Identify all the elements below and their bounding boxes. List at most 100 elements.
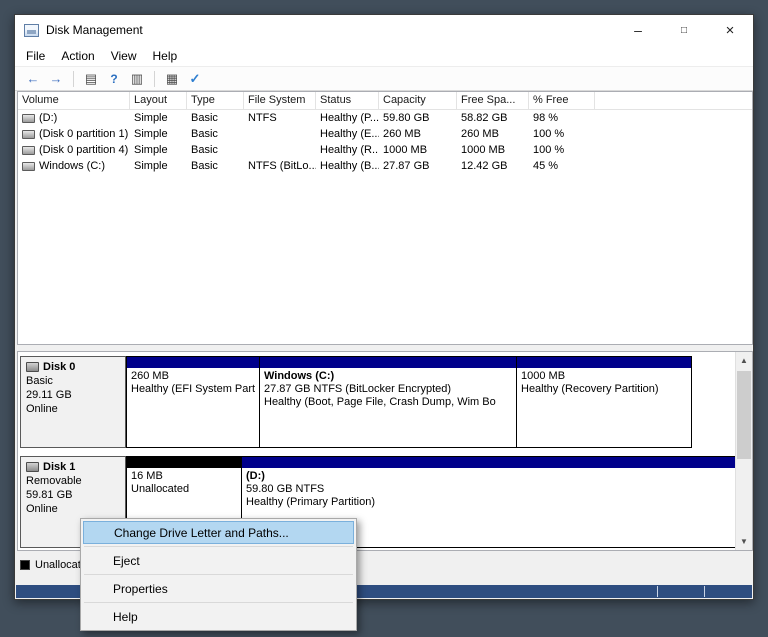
capacity-cell: 260 MB	[383, 128, 421, 140]
app-icon	[24, 23, 39, 37]
disk-name: Disk 1	[43, 461, 76, 473]
table-row[interactable]: (Disk 0 partition 4) Simple Basic Health…	[18, 142, 752, 158]
status-cell: Healthy (P...	[320, 112, 379, 124]
menu-item-change-drive-letter[interactable]: Change Drive Letter and Paths...	[83, 521, 354, 544]
column-header-status[interactable]: Status	[316, 92, 379, 109]
table-row[interactable]: (D:) Simple Basic NTFS Healthy (P... 59.…	[18, 110, 752, 126]
menu-item-eject[interactable]: Eject	[83, 549, 354, 572]
scroll-down-icon[interactable]: ▼	[736, 533, 752, 550]
check-icon[interactable]: ✓	[184, 69, 206, 89]
column-header-layout[interactable]: Layout	[130, 92, 187, 109]
disk-status: Online	[26, 503, 58, 515]
menu-item-properties[interactable]: Properties	[83, 577, 354, 600]
partition-line: 16 MB	[131, 470, 163, 482]
disk-type: Basic	[26, 375, 53, 387]
partition-line: 1000 MB	[521, 370, 566, 382]
strip-separator	[657, 586, 658, 597]
volume-cell: (D:)	[18, 112, 130, 124]
partition-disk0-windows-c[interactable]: Windows (C:) 27.87 GB NTFS (BitLocker En…	[259, 356, 517, 448]
table-row[interactable]: Windows (C:) Simple Basic NTFS (BitLo...…	[18, 158, 752, 174]
partition-info: 260 MB Healthy (EFI System Part	[127, 368, 259, 398]
pct-free-cell: 100 %	[533, 128, 565, 140]
close-button[interactable]: ×	[707, 15, 753, 45]
status-cell: Healthy (R...	[320, 144, 379, 156]
menu-bar: File Action View Help	[15, 45, 753, 67]
disk-type: Removable	[26, 475, 82, 487]
status-cell: Healthy (B...	[320, 160, 379, 172]
table-row[interactable]: (Disk 0 partition 1) Simple Basic Health…	[18, 126, 752, 142]
volume-cell: (Disk 0 partition 1)	[18, 128, 130, 140]
menu-file[interactable]: File	[18, 46, 53, 66]
volume-list-header: Volume Layout Type File System Status Ca…	[18, 92, 752, 110]
pct-free-cell: 100 %	[533, 144, 565, 156]
menu-separator	[84, 574, 353, 575]
file-system-cell: NTFS (BitLo...	[248, 160, 316, 172]
volume-name: Windows (C:)	[39, 160, 106, 172]
disk-management-window: Disk Management – □ × File Action View H…	[14, 14, 754, 600]
vertical-scrollbar[interactable]: ▲ ▼	[735, 352, 752, 550]
disk-icon	[26, 462, 39, 472]
capacity-cell: 59.80 GB	[383, 112, 430, 124]
column-header-file-system[interactable]: File System	[244, 92, 316, 109]
menu-item-help[interactable]: Help	[83, 605, 354, 628]
panel-icon[interactable]: ▦	[161, 69, 183, 89]
menu-action[interactable]: Action	[53, 46, 102, 66]
layout-cell: Simple	[134, 160, 168, 172]
disk-icon	[26, 362, 39, 372]
partition-info: 1000 MB Healthy (Recovery Partition)	[517, 368, 691, 398]
volume-icon	[22, 113, 35, 123]
window-title: Disk Management	[46, 23, 143, 37]
menu-help[interactable]: Help	[145, 46, 186, 66]
volume-icon	[22, 129, 35, 139]
scroll-up-icon[interactable]: ▲	[736, 352, 752, 369]
type-cell: Basic	[191, 112, 218, 124]
strip-separator	[704, 586, 705, 597]
help-icon[interactable]: ?	[103, 69, 125, 89]
partition-color-band	[517, 357, 691, 368]
partition-color-band	[127, 357, 259, 368]
partition-line: 59.80 GB NTFS	[246, 483, 325, 495]
partition-disk0-efi[interactable]: 260 MB Healthy (EFI System Part	[126, 356, 260, 448]
titlebar[interactable]: Disk Management – □ ×	[15, 15, 753, 45]
volume-name: (Disk 0 partition 1)	[39, 128, 129, 140]
column-header-volume[interactable]: Volume	[18, 92, 130, 109]
layout-cell: Simple	[134, 144, 168, 156]
volume-list-pane: Volume Layout Type File System Status Ca…	[17, 91, 753, 345]
menu-view[interactable]: View	[103, 46, 145, 66]
scrollbar-thumb[interactable]	[737, 371, 751, 459]
partition-info: (D:) 59.80 GB NTFS Healthy (Primary Part…	[242, 468, 736, 511]
column-header-filler	[595, 92, 752, 109]
volume-icon	[22, 145, 35, 155]
disk0-label[interactable]: Disk 0 Basic 29.11 GB Online	[20, 356, 126, 448]
disk-size: 59.81 GB	[26, 489, 73, 501]
volume-name: (D:)	[39, 112, 58, 124]
partition-info: Windows (C:) 27.87 GB NTFS (BitLocker En…	[260, 368, 516, 411]
pct-free-cell: 45 %	[533, 160, 559, 172]
free-space-cell: 260 MB	[461, 128, 499, 140]
minimize-button[interactable]: –	[615, 15, 661, 45]
type-cell: Basic	[191, 128, 218, 140]
maximize-button[interactable]: □	[661, 15, 707, 45]
column-header-capacity[interactable]: Capacity	[379, 92, 457, 109]
back-icon[interactable]: ←	[22, 69, 44, 89]
partition-line: Healthy (EFI System Part	[131, 383, 256, 395]
layout-cell: Simple	[134, 128, 168, 140]
console-tree-icon[interactable]: ▤	[80, 69, 102, 89]
caption-buttons: – □ ×	[615, 15, 753, 45]
partition-line: Unallocated	[131, 483, 190, 495]
partition-info: 16 MB Unallocated	[127, 468, 241, 498]
unallocated-swatch	[20, 560, 30, 570]
volume-cell: Windows (C:)	[18, 160, 130, 172]
volume-name: (Disk 0 partition 4)	[39, 144, 129, 156]
views-icon[interactable]: ▥	[126, 69, 148, 89]
column-header-pct-free[interactable]: % Free	[529, 92, 595, 109]
menu-separator	[84, 602, 353, 603]
column-header-free-space[interactable]: Free Spa...	[457, 92, 529, 109]
partition-disk0-recovery[interactable]: 1000 MB Healthy (Recovery Partition)	[516, 356, 692, 448]
capacity-cell: 27.87 GB	[383, 160, 430, 172]
disk-status: Online	[26, 403, 58, 415]
partition-line: 260 MB	[131, 370, 169, 382]
forward-icon[interactable]: →	[45, 69, 67, 89]
partition-color-band	[242, 457, 736, 468]
column-header-type[interactable]: Type	[187, 92, 244, 109]
